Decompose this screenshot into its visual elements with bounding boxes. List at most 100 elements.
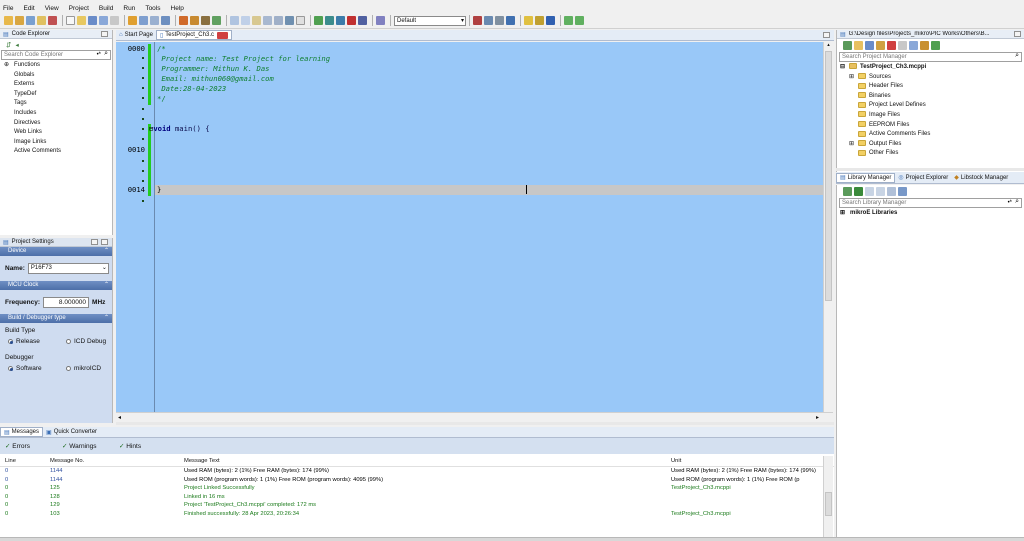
folder-binaries[interactable]: Binaries [837, 92, 1024, 102]
cut-icon[interactable] [230, 16, 239, 25]
forward-icon[interactable] [575, 16, 584, 25]
edit-project-icon[interactable] [376, 16, 385, 25]
save-icon[interactable] [88, 16, 97, 25]
print-icon[interactable] [139, 16, 148, 25]
message-row[interactable]: 0 129 Project 'TestProject_Ch3.mcppi' co… [0, 501, 834, 510]
project-root[interactable]: ⊟TestProject_Ch3.mcppi [837, 63, 1024, 73]
copy-icon[interactable] [241, 16, 250, 25]
tree-item-directives[interactable]: Directives [0, 119, 112, 129]
menu-tools[interactable]: Tools [145, 5, 160, 12]
toggle-breakpoint-icon[interactable] [358, 16, 367, 25]
expand-icon[interactable]: ⊞ [849, 73, 858, 83]
select-all-icon[interactable] [854, 187, 863, 196]
search-options-icon[interactable]: •* [1008, 199, 1012, 207]
program-icon[interactable] [212, 16, 221, 25]
library-root[interactable]: ⊞mikroE Libraries [837, 209, 1024, 219]
library-search-input[interactable]: Search Library Manager •* ⌕ [839, 198, 1022, 208]
frequency-input[interactable]: 8.000000 [43, 297, 89, 308]
message-row[interactable]: 0 1144 Used RAM (bytes): 2 (1%) Free RAM… [0, 467, 834, 476]
remove-file-icon[interactable] [887, 41, 896, 50]
tree-item-functions[interactable]: ⊕Functions [0, 61, 112, 71]
replace-icon[interactable] [296, 16, 305, 25]
code-editor[interactable]: 0000 0010 0014 /* Project name: Test Pro… [116, 42, 823, 412]
ascii-chart-icon[interactable] [484, 16, 493, 25]
refresh-icon[interactable] [898, 187, 907, 196]
expand-icon[interactable]: ⊞ [849, 140, 858, 150]
redo-icon[interactable] [274, 16, 283, 25]
install-icon[interactable] [843, 187, 852, 196]
search-options-icon[interactable]: •* [97, 51, 101, 59]
tab-start-page[interactable]: ⌂ Start Page [116, 30, 156, 40]
usart-terminal-icon[interactable] [495, 16, 504, 25]
folder-sources[interactable]: ⊞Sources [837, 73, 1024, 83]
save-project-icon[interactable] [865, 41, 874, 50]
build-icon[interactable] [179, 16, 188, 25]
code-explorer-search-input[interactable]: Search Code Explorer •* ⌕ [1, 50, 111, 60]
open-file-icon[interactable] [37, 16, 46, 25]
tab-messages[interactable]: ▤Messages [0, 427, 43, 437]
folder-other-files[interactable]: Other Files [837, 149, 1024, 159]
print-preview-icon[interactable] [150, 16, 159, 25]
collapse-all-icon[interactable]: ◂ [15, 41, 18, 49]
tree-item-includes[interactable]: Includes [0, 109, 112, 119]
scrollbar-thumb[interactable] [825, 51, 832, 301]
paste-icon[interactable] [252, 16, 261, 25]
back-icon[interactable] [564, 16, 573, 25]
build-all-icon[interactable] [190, 16, 199, 25]
options-icon[interactable] [524, 16, 533, 25]
search-icon[interactable]: ⌕ [1015, 198, 1019, 206]
folder-output-files[interactable]: ⊞Output Files [837, 140, 1024, 150]
library-settings-icon[interactable] [865, 187, 874, 196]
statistics-icon[interactable] [473, 16, 482, 25]
tab-source-file[interactable]: ▯ TestProject_Ch3.c [156, 30, 232, 40]
tab-library-manager[interactable]: ▤Library Manager [836, 173, 895, 183]
add-file-icon[interactable] [843, 41, 852, 50]
device-section-header[interactable]: Device ⌃ [0, 247, 112, 256]
tree-item-web-links[interactable]: Web Links [0, 128, 112, 138]
tree-item-active-comments[interactable]: Active Comments [0, 147, 112, 157]
new-file-icon[interactable] [66, 16, 75, 25]
build-debugger-section-header[interactable]: Build / Debugger type ⌃ [0, 314, 112, 323]
message-row[interactable]: 0 128 Linked in 16 ms [0, 493, 834, 502]
collapse-icon[interactable]: ⊟ [840, 63, 849, 73]
device-name-select[interactable]: P16F73 ⌄ [28, 263, 109, 274]
code-explorer-pin-button[interactable] [101, 31, 108, 37]
mikroicd-radio[interactable]: mikroICD [66, 365, 101, 372]
menu-edit[interactable]: Edit [23, 5, 34, 12]
message-row[interactable]: 0 103 Finished successfully: 28 Apr 2023… [0, 510, 834, 519]
folder-project-level-defines[interactable]: Project Level Defines [837, 101, 1024, 111]
search-icon[interactable]: ⌕ [1015, 52, 1019, 60]
folder-image-files[interactable]: Image Files [837, 111, 1024, 121]
lcd-designer-icon[interactable] [506, 16, 515, 25]
step-into-icon[interactable] [325, 16, 334, 25]
splitter[interactable] [116, 422, 834, 425]
run-icon[interactable] [931, 41, 940, 50]
expand-icon[interactable]: ⊕ [4, 61, 14, 71]
project-settings-float-button[interactable] [91, 239, 98, 245]
open-folder-icon[interactable] [854, 41, 863, 50]
find-icon[interactable] [285, 16, 294, 25]
stop-debug-icon[interactable] [347, 16, 356, 25]
column-header-message-text[interactable]: Message Text [184, 456, 220, 467]
tree-item-globals[interactable]: Globals [0, 71, 112, 81]
tree-item-tags[interactable]: Tags [0, 99, 112, 109]
new-folder-icon[interactable] [876, 41, 885, 50]
column-header-unit[interactable]: Unit [671, 456, 681, 467]
scrollbar-thumb[interactable] [825, 492, 832, 516]
close-file-icon[interactable] [110, 16, 119, 25]
new-project-icon[interactable] [4, 16, 13, 25]
tab-project-explorer[interactable]: ◎Project Explorer [895, 173, 951, 183]
folder-header-files[interactable]: Header Files [837, 82, 1024, 92]
column-header-line[interactable]: Line [5, 456, 16, 467]
release-radio[interactable]: Release [8, 338, 66, 345]
open-folder-icon[interactable] [77, 16, 86, 25]
search-icon[interactable]: ⌕ [104, 50, 108, 58]
close-project-icon[interactable] [48, 16, 57, 25]
settings-icon[interactable] [535, 16, 544, 25]
tree-item-typedef[interactable]: TypeDef [0, 90, 112, 100]
splitter[interactable] [836, 168, 1024, 171]
message-row[interactable]: 0 125 Project Linked Successfully TestPr… [0, 484, 834, 493]
menu-help[interactable]: Help [171, 5, 184, 12]
build-config-select[interactable]: Default ▾ [394, 16, 466, 26]
edit-project-icon[interactable] [909, 41, 918, 50]
